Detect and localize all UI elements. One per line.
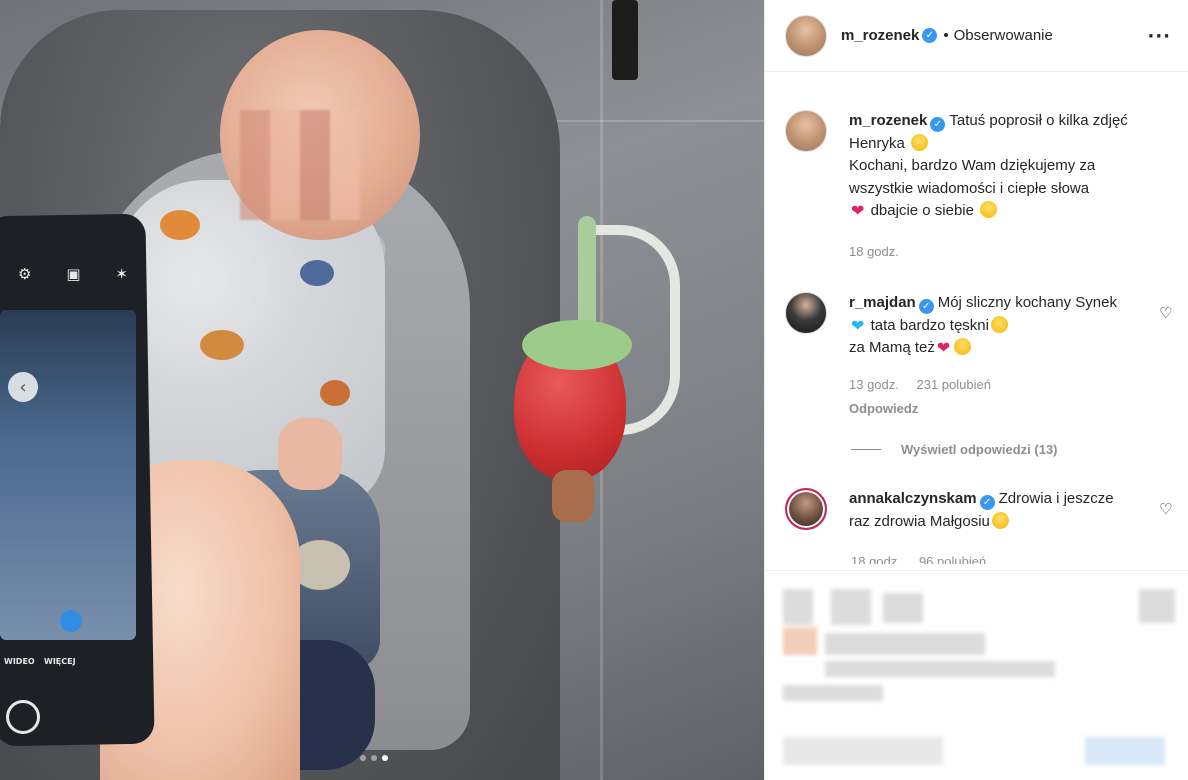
phone-mode-more: WIĘCEJ bbox=[44, 657, 76, 666]
caption-line-2: Kochani, bardzo Wam dziękujemy za wszyst… bbox=[849, 157, 1096, 197]
red-heart-emoji-icon: ❤ bbox=[936, 338, 951, 357]
obscured-text bbox=[783, 685, 883, 701]
view-replies-label: Wyświetl odpowiedzi (13) bbox=[901, 442, 1058, 457]
view-replies-button[interactable]: Wyświetl odpowiedzi (13) bbox=[851, 442, 1058, 457]
commenter-avatar[interactable] bbox=[785, 292, 827, 334]
comment-meta: 13 godz. 231 polubień Odpowiedz bbox=[849, 374, 1129, 421]
comment-item: r_majdan ✓ Mój sliczny kochany Synek ❤ tata… bbox=[785, 292, 1175, 421]
obscured-icon bbox=[883, 593, 923, 623]
caption-time[interactable]: 18 godz. bbox=[849, 244, 899, 259]
comment-text-part-1: Mój sliczny kochany Synek bbox=[937, 294, 1117, 311]
more-horizontal-icon[interactable]: ··· bbox=[1147, 26, 1171, 47]
pixelated-face bbox=[240, 110, 360, 220]
heart-eyes-emoji-icon bbox=[990, 315, 1008, 333]
obscured-icon bbox=[783, 589, 813, 625]
obscured-icon bbox=[831, 589, 871, 625]
post-header: m_rozenek ✓ • Obserwowanie ··· bbox=[765, 0, 1188, 72]
obscured-icon bbox=[1139, 589, 1175, 623]
comment-likes[interactable]: 231 polubień bbox=[917, 377, 991, 392]
caption-meta: 18 godz. bbox=[849, 241, 1129, 264]
replies-divider bbox=[851, 449, 881, 450]
carousel-indicator bbox=[360, 755, 388, 761]
commenter-avatar[interactable] bbox=[785, 488, 827, 530]
comment-item: annakalczynskam ✓ Zdrowia i jeszcze raz zd… bbox=[785, 488, 1175, 533]
onesie-pattern bbox=[300, 260, 334, 286]
timer-icon: ▣ bbox=[66, 265, 81, 283]
caption-username[interactable]: m_rozenek bbox=[849, 112, 927, 129]
flash-icon: ✶ bbox=[115, 265, 128, 283]
verified-badge-icon: ✓ bbox=[918, 299, 934, 314]
comment-text-part-3: za Mamą też bbox=[849, 339, 935, 356]
carousel-dot bbox=[360, 755, 366, 761]
grin-emoji-icon bbox=[911, 133, 929, 151]
toy-tag bbox=[552, 470, 594, 522]
obscured-avatar bbox=[783, 627, 817, 655]
caption-body: m_rozenek ✓ Tatuś poprosił o kilka zdjęć H… bbox=[849, 110, 1129, 263]
carousel-dot bbox=[371, 755, 377, 761]
post-photo[interactable]: ⚙ ▣ ✶ WIDEO WIĘCEJ ‹ bbox=[0, 0, 764, 780]
commenter-username[interactable]: r_majdan bbox=[849, 294, 916, 311]
comment-body: annakalczynskam ✓ Zdrowia i jeszcze raz zd… bbox=[849, 488, 1129, 533]
verified-badge-icon: ✓ bbox=[930, 117, 946, 132]
chevron-left-icon: ‹ bbox=[19, 376, 27, 398]
obscured-button bbox=[1085, 737, 1165, 765]
author-avatar[interactable] bbox=[785, 14, 827, 57]
comment-likes: 96 polubień bbox=[918, 554, 987, 564]
blue-heart-emoji-icon: ❤ bbox=[851, 315, 865, 335]
comment-text-part-2: tata bardzo tęskni bbox=[870, 316, 989, 334]
post-side-panel: m_rozenek ✓ • Obserwowanie ··· m_rozenek… bbox=[764, 0, 1188, 780]
smile-emoji-icon bbox=[980, 201, 998, 218]
phone-lens-switch-icon bbox=[6, 700, 40, 734]
phone-shutter-icon bbox=[60, 610, 82, 632]
post-caption: m_rozenek ✓ Tatuś poprosił o kilka zdjęć H… bbox=[785, 110, 1175, 263]
caption-avatar[interactable] bbox=[785, 110, 827, 152]
like-heart-icon[interactable]: ♡ bbox=[1159, 500, 1175, 518]
reply-button[interactable]: Odpowiedz bbox=[849, 398, 1115, 421]
verified-badge-icon: ✓ bbox=[979, 495, 995, 510]
obscured-text bbox=[825, 661, 1055, 677]
kiss-emoji-icon bbox=[954, 338, 972, 355]
carousel-dot-active bbox=[382, 755, 388, 761]
kiss-emoji-icon bbox=[991, 511, 1009, 529]
red-heart-emoji-icon: ❤ bbox=[851, 201, 865, 220]
strawberry-leaves bbox=[522, 320, 632, 370]
author-username[interactable]: m_rozenek bbox=[841, 27, 919, 44]
baby-hand bbox=[278, 418, 342, 490]
onesie-pattern bbox=[320, 380, 350, 406]
commenter-username[interactable]: annakalczynskam bbox=[849, 490, 977, 507]
comment-body: r_majdan ✓ Mój sliczny kochany Synek ❤ tata… bbox=[849, 292, 1129, 421]
obscured-text bbox=[825, 633, 985, 655]
carousel-prev-button[interactable]: ‹ bbox=[8, 372, 38, 402]
phone-mode-video: WIDEO bbox=[4, 657, 35, 666]
onesie-pattern bbox=[160, 210, 200, 240]
comment-time[interactable]: 13 godz. bbox=[849, 377, 899, 392]
like-heart-icon[interactable]: ♡ bbox=[1159, 304, 1175, 322]
comment-time: 18 godz. bbox=[851, 554, 901, 564]
camera-settings-icon: ⚙ bbox=[18, 265, 32, 283]
obscured-action-area bbox=[765, 570, 1188, 780]
caption-line-3: dbajcie o siebie bbox=[870, 202, 974, 219]
phone-viewfinder bbox=[0, 310, 136, 640]
follow-separator: • bbox=[943, 27, 949, 44]
verified-badge-icon: ✓ bbox=[922, 28, 938, 43]
chair-leg bbox=[612, 0, 638, 80]
onesie-pattern bbox=[200, 330, 244, 360]
following-button[interactable]: Obserwowanie bbox=[954, 27, 1053, 44]
phone-camera-toolbar: ⚙ ▣ ✶ bbox=[18, 265, 128, 283]
obscured-input bbox=[783, 737, 943, 765]
comment-meta-cutoff: 18 godz. 96 polubień bbox=[851, 554, 986, 564]
